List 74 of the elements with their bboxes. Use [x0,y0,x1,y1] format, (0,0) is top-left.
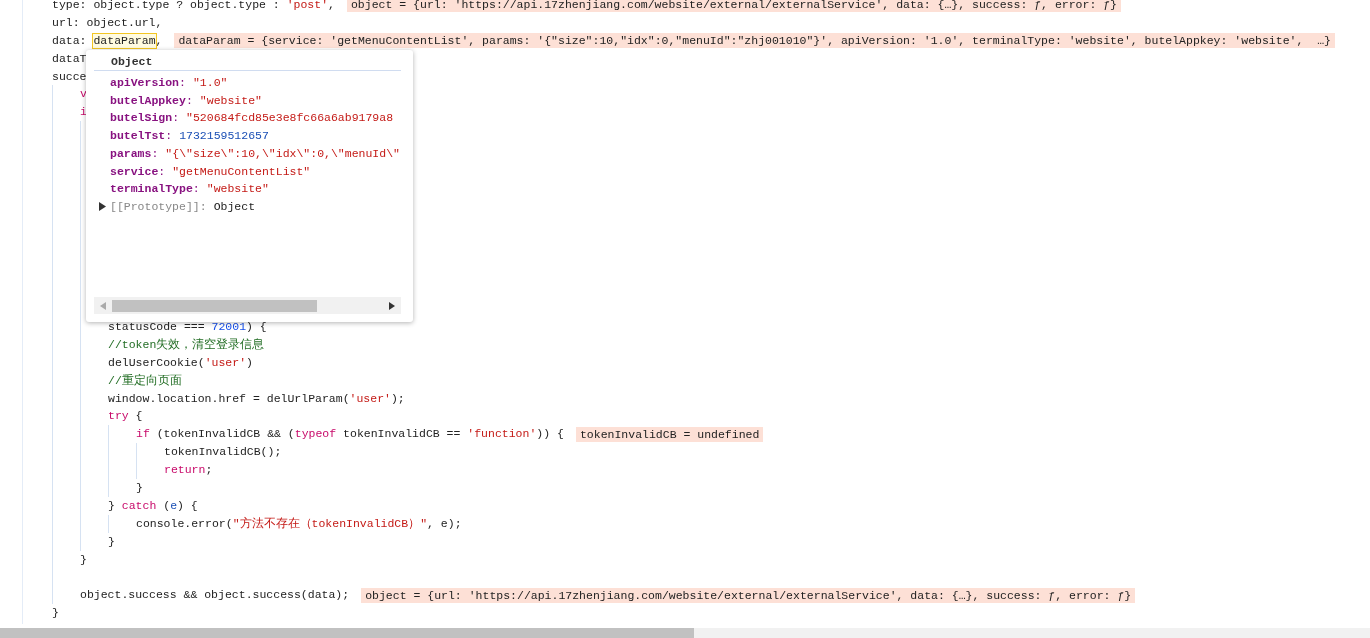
property-key: terminalType: [110,180,200,198]
scroll-right-icon[interactable] [389,301,395,310]
code-text: console.error( [136,515,233,532]
horizontal-scrollbar[interactable] [94,297,401,314]
string-literal: 'user' [204,354,247,371]
string-literal: 'post' [286,0,329,13]
code-text: , [328,0,335,13]
keyword-text: v [80,86,87,103]
code-text: } [108,533,115,550]
code-text: } [136,480,143,497]
code-text: type: object.type ? object.type : [52,0,281,13]
property-value: "1.0" [192,75,228,91]
string-literal: 'function' [467,426,537,443]
inline-value: object = {url: 'https://api.17zhenjiang.com/website/external/externalService', data: {…}, success: ƒ, error: ƒ} [361,587,1136,603]
parameter-text: e [170,497,178,514]
inline-value: tokenInvalidCB = undefined [575,426,764,442]
inline-value: object = {url: 'https://api.17zhenjiang.com/website/external/externalService', data: {…}, success: ƒ, error: ƒ} [346,0,1121,13]
property-key: params: [110,144,159,163]
code-text: object.success && object.success(data); [80,587,350,604]
code-text: ( [162,497,171,514]
keyword-text: typeof [294,426,337,443]
code-text: ) { [246,319,267,336]
code-text: , [155,32,163,49]
code-text: (tokenInvalidCB && ( [155,426,295,443]
property-value: "getMenuContentList" [172,163,311,180]
property-key: butelAppkey: [110,91,193,110]
code-text: dataT [52,50,87,67]
code-text: url: object.url, [52,14,163,31]
string-literal: 'user' [349,390,391,407]
code-text: )) { [536,426,564,443]
code-text: data: [52,32,88,49]
property-key: butelSign: [110,109,180,128]
keyword-text: if [136,426,150,443]
code-text: window.location.href = delUrlParam( [108,390,350,407]
scrollbar-thumb[interactable] [112,299,317,312]
property-value: 1732159512657 [179,128,269,145]
code-text: ) [246,354,253,371]
popover-title: Object [94,54,401,71]
code-comment: //重定向页面 [108,372,182,389]
code-text: delUserCookie( [108,354,205,371]
property-key: service: [110,162,166,181]
string-literal: "方法不存在（tokenInvalidCB）" [232,515,428,532]
code-text: } [52,605,59,622]
keyword-text: try [108,408,129,425]
prototype-label: [[Prototype]]: [110,198,207,215]
code-text: ; [205,462,213,479]
property-key: apiVersion: [110,74,186,92]
hovered-variable[interactable]: dataParam [93,33,156,48]
code-text: } [80,551,87,568]
expand-triangle-icon[interactable] [98,202,106,212]
property-key: butelTst: [110,127,173,145]
code-text: ) { [177,497,198,514]
code-text: { [134,408,143,425]
code-text: statusCode === [108,319,206,336]
inline-value: dataParam = {service: 'getMenuContentList', params: '{"size":10,"idx":0,"menuId":"zhj001010"}', apiVersion: '1.0', terminalType: 'website', butelAppkey: 'website', …} [174,33,1335,49]
code-text: , e); [427,515,462,532]
code-comment: //token失效，清空登录信息 [108,336,265,353]
code-text: tokenInvalidCB(); [164,444,282,461]
code-text: tokenInvalidCB == [342,426,462,443]
code-text: succe [52,68,87,85]
keyword-text: return [164,462,206,479]
keyword-text: catch [121,497,157,514]
property-value: "website" [206,181,269,198]
number-literal: 72001 [211,319,247,336]
prototype-value: Object [213,198,256,215]
property-value: "{\"size\":10,\"idx\":0,\"menuId\" [165,145,400,162]
keyword-text: i [80,104,87,121]
scroll-left-icon[interactable] [100,301,106,310]
horizontal-scrollbar[interactable] [0,628,1370,638]
scrollbar-thumb[interactable] [0,628,694,638]
property-value: "website" [199,92,262,109]
property-value: "520684fcd85e3e8fc66a6ab9179a8 [186,110,394,127]
code-text: ); [390,390,405,407]
code-text: } [108,497,116,514]
